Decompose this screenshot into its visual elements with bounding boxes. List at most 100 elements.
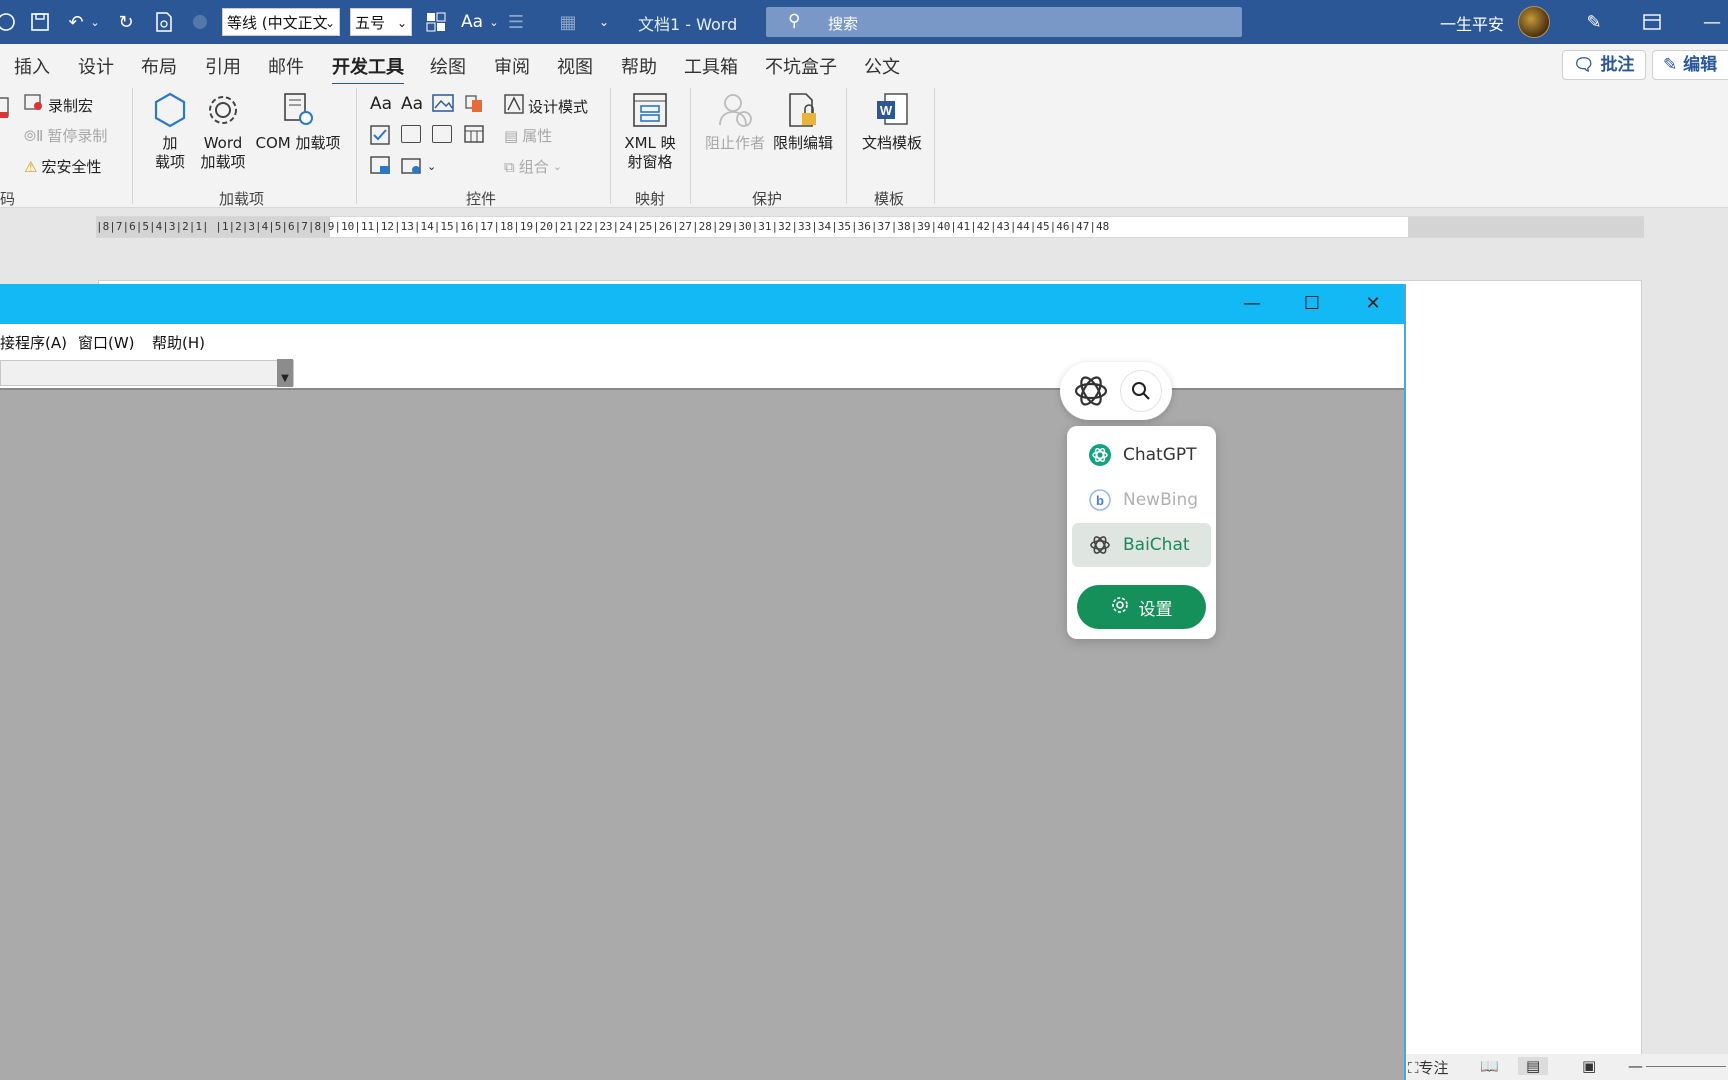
addins-button[interactable]: 加 载项	[148, 90, 192, 172]
tab-toolbox[interactable]: 工具箱	[684, 53, 738, 79]
pause-icon: ⦾Ⅱ	[24, 126, 44, 145]
tab-design[interactable]: 设计	[78, 53, 114, 79]
svg-text:W: W	[880, 103, 893, 118]
chevron-down-icon[interactable]: ⌄	[488, 10, 500, 34]
user-name[interactable]: 一生平安	[1440, 11, 1504, 35]
restrict-editing-button[interactable]: 限制编辑	[770, 90, 836, 153]
tab-official-doc[interactable]: 公文	[864, 53, 900, 79]
group-icon: ⧉	[504, 157, 515, 176]
minimize-icon[interactable]: —	[1239, 292, 1265, 316]
checkbox-control-icon[interactable]	[370, 125, 390, 145]
restrict-editing-label: 限制编辑	[772, 134, 833, 152]
focus-mode-button[interactable]: ⛶专注	[1408, 1057, 1449, 1078]
group-label: 组合	[518, 158, 549, 176]
search-box[interactable]: ⚲ 搜索	[766, 7, 1242, 37]
tab-developer[interactable]: 开发工具	[332, 53, 404, 86]
undo-icon[interactable]: ↶	[64, 10, 88, 34]
app-window-toolbar: ▼	[0, 358, 1404, 390]
customize-toolbar-icon[interactable]: ⌄	[592, 10, 616, 34]
paragraph-spacing-icon[interactable]: ☰	[504, 10, 528, 34]
tab-help[interactable]: 帮助	[621, 53, 657, 79]
read-mode-icon[interactable]: 📖	[1480, 1057, 1499, 1075]
date-picker-control-icon[interactable]	[464, 125, 484, 143]
edit-mode-button[interactable]: ✎ 编辑	[1652, 50, 1728, 80]
settings-button[interactable]: 设置	[1077, 585, 1206, 629]
com-addins-button[interactable]: COM 加载项	[252, 90, 344, 153]
table-icon[interactable]: ▦	[556, 10, 580, 34]
macros-icon[interactable]	[0, 96, 12, 120]
pen-icon[interactable]: ✎	[1582, 10, 1606, 34]
record-macro-icon	[24, 94, 44, 116]
menu-item-window[interactable]: 窗口(W)	[78, 332, 135, 353]
building-block-icon[interactable]	[464, 94, 484, 114]
minimize-icon[interactable]: —	[1700, 10, 1724, 34]
web-layout-icon[interactable]: ▣	[1582, 1057, 1596, 1075]
change-case-icon[interactable]: Aa	[456, 10, 488, 34]
design-mode-label: 设计模式	[528, 97, 589, 116]
menu-item-chatgpt[interactable]: ChatGPT	[1072, 433, 1211, 477]
print-preview-icon[interactable]	[152, 10, 176, 34]
repeating-section-icon[interactable]	[370, 156, 392, 176]
undo-dropdown-icon[interactable]: ⌄	[88, 10, 102, 34]
ruler-ticks: |8|7|6|5|4|3|2|1| |1|2|3|4|5|6|7|8|9|10|…	[96, 220, 1110, 233]
document-template-button[interactable]: W 文档模板	[856, 90, 928, 153]
design-mode-button[interactable]: 设计模式	[504, 94, 588, 118]
menu-item-addin-program[interactable]: 接程序(A)	[0, 332, 67, 353]
touch-mode-icon[interactable]	[188, 10, 212, 34]
word-addins-button[interactable]: Word 加载项	[198, 90, 248, 172]
tab-review[interactable]: 审阅	[494, 53, 530, 79]
menu-item-help[interactable]: 帮助(H)	[152, 332, 205, 353]
openai-logo-icon[interactable]	[1070, 370, 1112, 412]
xml-mapping-pane-button[interactable]: XML 映 射窗格	[618, 90, 682, 172]
plain-text-control-icon[interactable]: Aa	[401, 94, 423, 114]
redo-icon[interactable]: ↻	[114, 10, 138, 34]
person-block-icon	[715, 90, 755, 130]
search-placeholder: 搜索	[828, 15, 859, 33]
combo-box-control-icon[interactable]	[401, 125, 421, 143]
tab-insert[interactable]: 插入	[14, 53, 50, 79]
avatar[interactable]	[1518, 6, 1550, 38]
close-icon[interactable]: ✕	[1360, 292, 1386, 316]
document-template-label: 文档模板	[861, 134, 922, 152]
tab-view[interactable]: 视图	[557, 53, 593, 79]
app-window-titlebar[interactable]: — ☐ ✕	[0, 284, 1404, 324]
print-layout-icon[interactable]: ▤	[1518, 1057, 1549, 1075]
group-divider	[934, 88, 935, 204]
zoom-out-icon[interactable]: —	[1628, 1057, 1643, 1075]
tab-references[interactable]: 引用	[205, 53, 241, 79]
com-addins-label: COM 加载项	[255, 134, 341, 152]
baichat-label: BaiChat	[1123, 535, 1190, 555]
font-size-select[interactable]: 五号 ⌄	[350, 8, 412, 36]
properties-button: ▤ 属性	[504, 125, 552, 146]
dropdown-list-control-icon[interactable]	[432, 125, 452, 143]
comment-button[interactable]: 🗨 批注	[1562, 50, 1646, 80]
picture-control-icon[interactable]	[432, 94, 454, 112]
save-icon[interactable]	[28, 10, 52, 34]
maximize-icon[interactable]: ☐	[1299, 292, 1325, 316]
app-window-combo[interactable]: ▼	[0, 359, 294, 387]
xml-mapping-pane-label: XML 映 射窗格	[624, 134, 676, 171]
horizontal-ruler[interactable]: |8|7|6|5|4|3|2|1| |1|2|3|4|5|6|7|8|9|10|…	[96, 216, 1644, 238]
tab-mailings[interactable]: 邮件	[268, 53, 304, 79]
chevron-down-icon: ⌄	[396, 16, 407, 30]
grid-icon[interactable]	[424, 10, 448, 34]
tab-bukeng-box[interactable]: 不坑盒子	[765, 53, 837, 79]
legacy-tools-icon[interactable]: ⌄	[401, 156, 436, 176]
macro-security-button[interactable]: ⚠ 宏安全性	[24, 156, 101, 177]
ai-search-button[interactable]	[1120, 370, 1162, 412]
font-name-select[interactable]: 等线 (中文正文 ⌄	[222, 8, 340, 36]
menu-item-newbing[interactable]: b NewBing	[1072, 478, 1211, 522]
xml-mapping-icon	[630, 90, 670, 130]
rich-text-control-icon[interactable]: Aa	[370, 94, 392, 114]
dropdown-arrow-icon[interactable]: ▼	[277, 359, 293, 387]
tab-layout[interactable]: 布局	[141, 53, 177, 79]
comment-icon: 🗨	[1573, 55, 1595, 75]
ribbon-display-icon[interactable]	[1640, 10, 1664, 34]
autosave-icon[interactable]	[0, 10, 18, 34]
tab-draw[interactable]: 绘图	[430, 53, 466, 79]
zoom-slider[interactable]	[1646, 1066, 1726, 1067]
record-macro-button[interactable]: 录制宏	[24, 94, 93, 116]
group-divider	[690, 88, 691, 204]
menu-item-baichat[interactable]: BaiChat	[1072, 523, 1211, 567]
chevron-down-icon: ⌄	[324, 16, 335, 30]
